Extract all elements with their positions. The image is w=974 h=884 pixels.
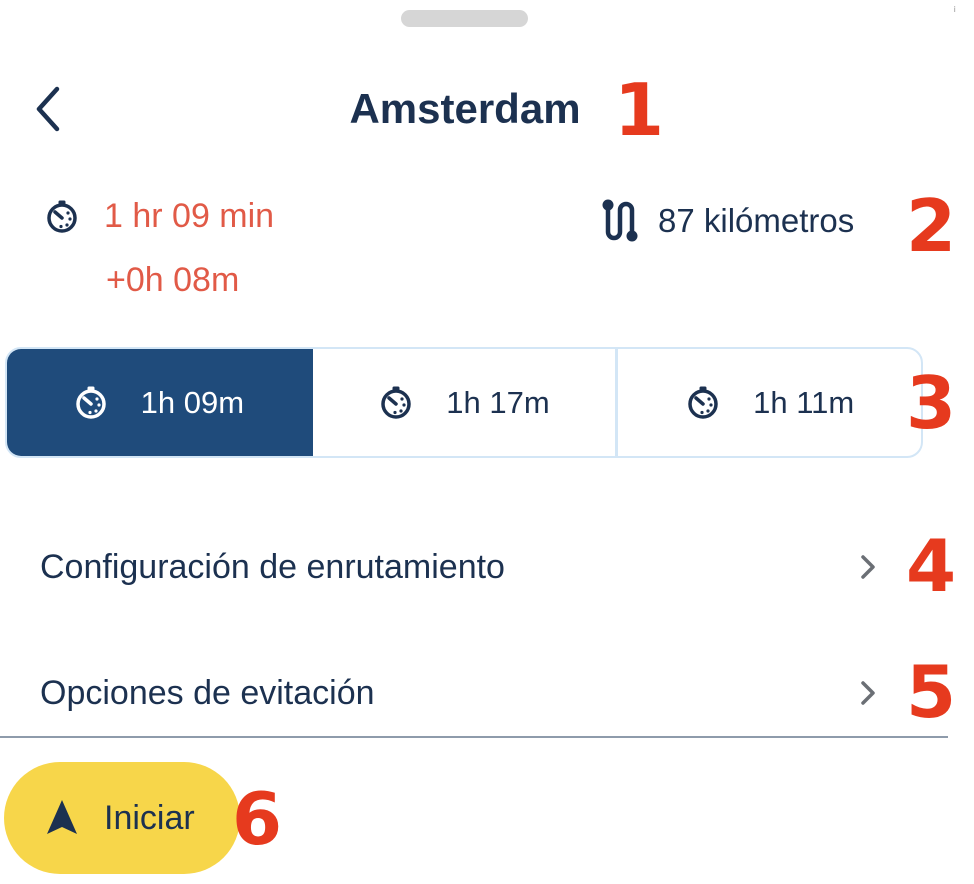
divider — [0, 736, 948, 738]
routing-settings-label: Configuración de enrutamiento — [40, 547, 505, 586]
callout-6: 6 — [232, 777, 283, 861]
corner-mark: ᵢ — [953, 0, 956, 16]
duration-text: 1 hr 09 min — [104, 197, 275, 235]
duration-summary: 1 hr 09 min +0h 08m — [44, 195, 275, 299]
avoid-options-row[interactable]: Opciones de evitación — [40, 653, 880, 733]
stopwatch-icon — [47, 200, 77, 233]
start-button-label: Iniciar — [104, 798, 195, 837]
callout-4: 4 — [906, 524, 957, 608]
callout-3: 3 — [906, 361, 957, 445]
sheet-grab-handle[interactable] — [401, 10, 528, 27]
route-options: 1h 09m 1h 17m 1h 11m — [5, 347, 923, 458]
callout-5: 5 — [906, 650, 957, 734]
route-option-label: 1h 09m — [140, 384, 245, 420]
stopwatch-icon — [75, 386, 106, 419]
routing-settings-row[interactable]: Configuración de enrutamiento — [40, 527, 880, 607]
delay-text: +0h 08m — [106, 261, 240, 299]
distance-summary: 87 kilómetros — [598, 198, 854, 244]
route-icon — [602, 199, 638, 242]
route-option-label: 1h 17m — [446, 384, 550, 420]
page-title: Amsterdam — [349, 85, 581, 132]
route-option-3[interactable]: 1h 11m — [618, 349, 921, 456]
route-option-2[interactable]: 1h 17m — [313, 349, 619, 456]
route-option-1[interactable]: 1h 09m — [7, 349, 313, 456]
chevron-right-icon — [861, 681, 875, 705]
navigation-arrow-icon — [47, 800, 77, 834]
chevron-right-icon — [861, 555, 875, 579]
avoid-options-label: Opciones de evitación — [40, 673, 375, 712]
stopwatch-icon — [688, 386, 718, 419]
callout-2: 2 — [906, 184, 957, 268]
start-button[interactable]: Iniciar — [4, 762, 240, 874]
route-option-label: 1h 11m — [753, 384, 855, 420]
distance-text: 87 kilómetros — [658, 202, 855, 239]
stopwatch-icon — [381, 386, 412, 419]
callout-1: 1 — [614, 68, 665, 152]
